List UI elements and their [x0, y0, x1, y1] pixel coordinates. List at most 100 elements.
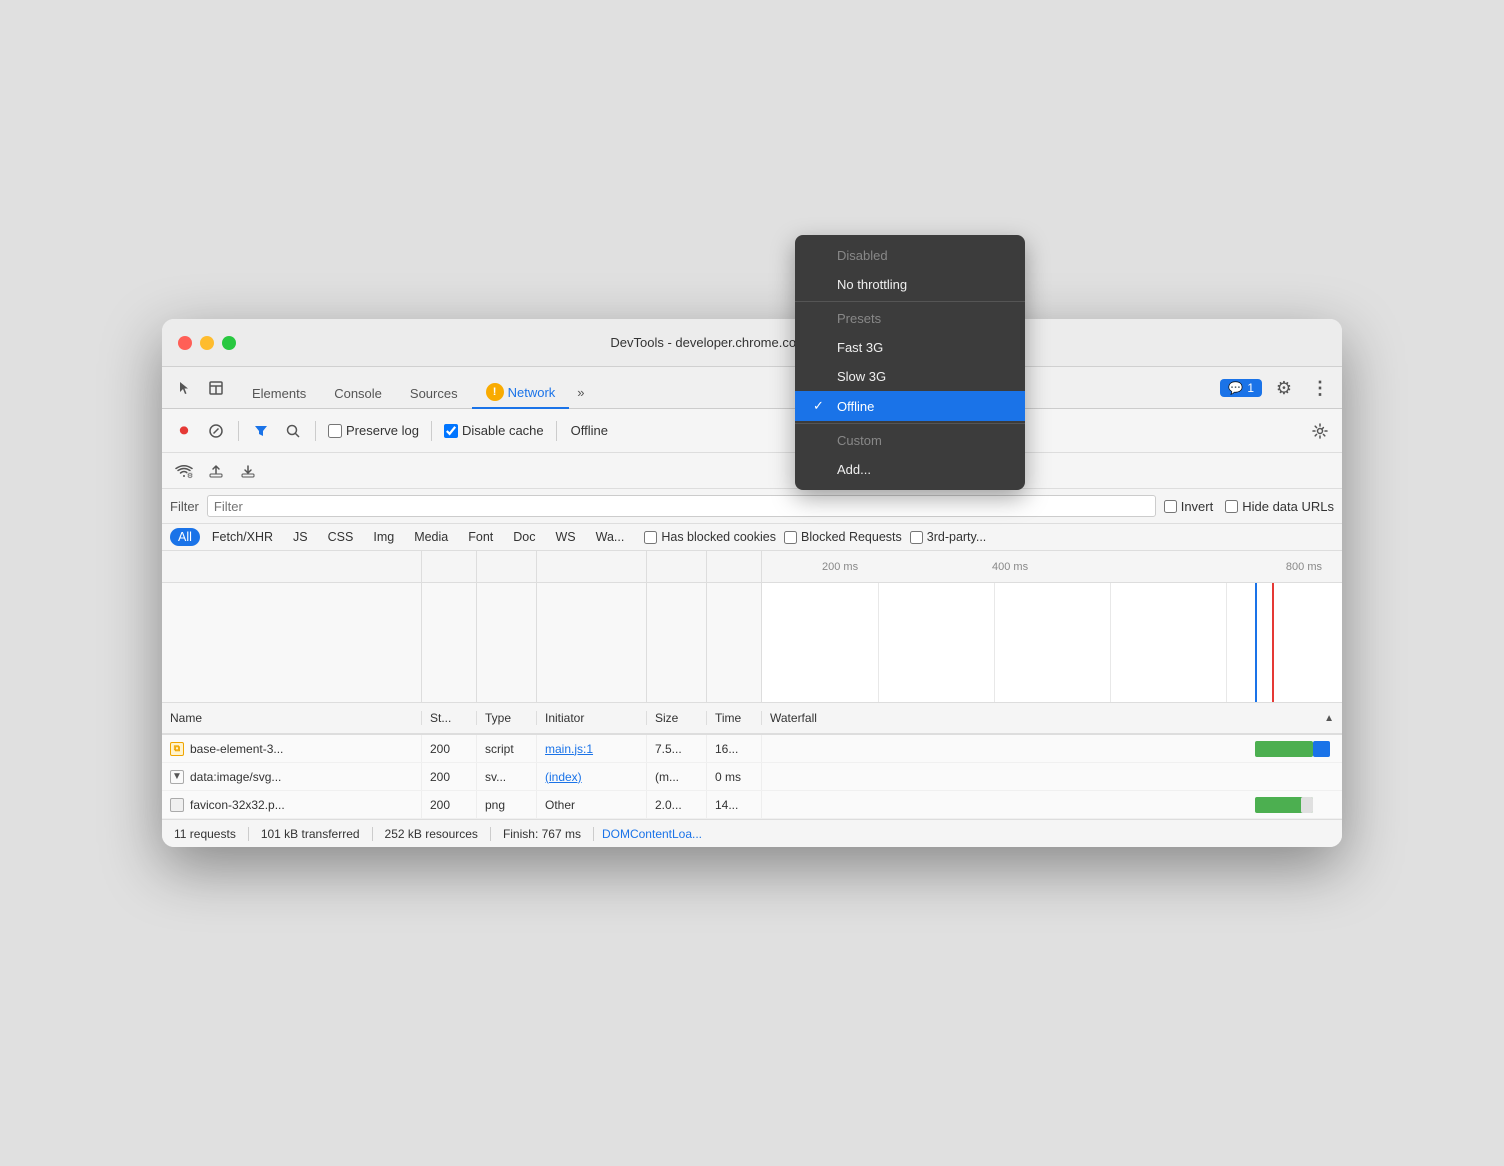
toolbar-right	[1306, 417, 1334, 445]
network-settings-icon[interactable]	[1306, 417, 1334, 445]
timeline-header: 200 ms 400 ms 800 ms	[162, 551, 1342, 583]
search-icon[interactable]	[279, 417, 307, 445]
table-row[interactable]: ▼ data:image/svg... 200 sv... (index) (m…	[162, 763, 1342, 791]
type-filter-right: Has blocked cookies Blocked Requests 3rd…	[644, 530, 986, 544]
table-row[interactable]: favicon-32x32.p... 200 png Other 2.0... …	[162, 791, 1342, 819]
chat-icon: 💬	[1228, 381, 1243, 395]
dropdown-item-no-throttling[interactable]: No throttling	[795, 270, 1025, 299]
col-header-status[interactable]: St...	[422, 711, 477, 725]
panel-icon[interactable]	[202, 374, 230, 402]
cell-size-2: 2.0...	[647, 791, 707, 818]
dropdown-group-presets: Presets	[795, 304, 1025, 333]
timeline-red-marker	[1272, 583, 1274, 702]
cell-size-0: 7.5...	[647, 735, 707, 762]
type-filter-ws[interactable]: WS	[547, 528, 583, 546]
svg-text:⚙: ⚙	[187, 472, 193, 480]
type-filter-all[interactable]: All	[170, 528, 200, 546]
col-header-size[interactable]: Size	[647, 711, 707, 725]
tab-sources[interactable]: Sources	[396, 380, 472, 409]
cell-waterfall-1	[762, 763, 1342, 790]
col-header-initiator[interactable]: Initiator	[537, 711, 647, 725]
dropdown-separator-2	[795, 423, 1025, 424]
type-filter-css[interactable]: CSS	[320, 528, 362, 546]
type-filter-img[interactable]: Img	[365, 528, 402, 546]
table-row[interactable]: ⧉ base-element-3... 200 script main.js:1…	[162, 735, 1342, 763]
toolbar2: ⚙	[162, 453, 1342, 489]
preserve-log-checkbox[interactable]	[328, 424, 342, 438]
download-icon[interactable]	[234, 457, 262, 485]
timeline-grid-line-1	[878, 583, 879, 702]
network-table: Name St... Type Initiator Size Time Wate…	[162, 703, 1342, 819]
tab-network[interactable]: ! Network	[472, 377, 570, 409]
col-header-name[interactable]: Name	[162, 711, 422, 725]
settings-gear-icon[interactable]: ⚙	[1270, 374, 1298, 402]
throttle-dropdown-button[interactable]: Offline	[565, 421, 614, 440]
sort-arrow-icon: ▲	[1324, 713, 1334, 724]
tab-elements[interactable]: Elements	[238, 380, 320, 409]
dropdown-separator-1	[795, 301, 1025, 302]
third-party-label: 3rd-party...	[927, 530, 987, 544]
invert-checkbox[interactable]	[1164, 500, 1177, 513]
clear-button[interactable]	[202, 417, 230, 445]
waterfall-bar-2b	[1301, 797, 1313, 813]
maximize-button[interactable]	[222, 336, 236, 350]
cell-type-1: sv...	[477, 763, 537, 790]
cell-waterfall-2	[762, 791, 1342, 818]
tab-bar: Elements Console Sources ! Network » 💬 1…	[162, 367, 1342, 409]
blocked-requests-checkbox[interactable]	[784, 531, 797, 544]
toolbar: ⏺ Preserve log Disable cach	[162, 409, 1342, 453]
minimize-button[interactable]	[200, 336, 214, 350]
chat-badge[interactable]: 💬 1	[1220, 379, 1262, 397]
timeline-grid-line-3	[1110, 583, 1111, 702]
cell-name-1: ▼ data:image/svg...	[162, 763, 422, 790]
dropdown-item-offline[interactable]: ✓ Offline	[795, 391, 1025, 421]
type-filter-font[interactable]: Font	[460, 528, 501, 546]
type-filter-media[interactable]: Media	[406, 528, 456, 546]
invert-label: Invert	[1181, 499, 1214, 514]
cursor-icon[interactable]	[170, 374, 198, 402]
status-resources: 252 kB resources	[373, 827, 491, 841]
type-filter-js[interactable]: JS	[285, 528, 316, 546]
type-filter-fetchxhr[interactable]: Fetch/XHR	[204, 528, 281, 546]
timeline-canvas	[762, 583, 1342, 702]
filter-input[interactable]	[207, 495, 1156, 517]
filter-icon[interactable]	[247, 417, 275, 445]
hide-data-urls-checkbox[interactable]	[1225, 500, 1238, 513]
status-finish: Finish: 767 ms	[491, 827, 594, 841]
record-button[interactable]: ⏺	[170, 417, 198, 445]
png-file-icon	[170, 798, 184, 812]
cell-status-2: 200	[422, 791, 477, 818]
status-bar: 11 requests 101 kB transferred 252 kB re…	[162, 819, 1342, 847]
title-bar: DevTools - developer.chrome.com/docs/dev…	[162, 319, 1342, 367]
preserve-log-label: Preserve log	[346, 423, 419, 438]
waterfall-bar-0	[1255, 741, 1313, 757]
more-options-icon[interactable]: ⋮	[1306, 374, 1334, 402]
throttle-dropdown-menu[interactable]: Disabled No throttling Presets Fast 3G S…	[795, 235, 1025, 490]
dropdown-item-slow3g[interactable]: Slow 3G	[795, 362, 1025, 391]
col-header-time[interactable]: Time	[707, 711, 762, 725]
network-warning-icon: !	[486, 383, 504, 401]
upload-icon[interactable]	[202, 457, 230, 485]
tab-console[interactable]: Console	[320, 380, 396, 409]
hide-data-urls-label: Hide data URLs	[1242, 499, 1334, 514]
dropdown-item-fast3g[interactable]: Fast 3G	[795, 333, 1025, 362]
disable-cache-checkbox[interactable]	[444, 424, 458, 438]
col-header-type[interactable]: Type	[477, 711, 537, 725]
close-button[interactable]	[178, 336, 192, 350]
col-header-waterfall[interactable]: Waterfall ▲	[762, 711, 1342, 725]
cell-time-2: 14...	[707, 791, 762, 818]
timeline-grid-line-4	[1226, 583, 1227, 702]
traffic-lights	[178, 336, 236, 350]
blocked-cookies-checkbox[interactable]	[644, 531, 657, 544]
type-filter-doc[interactable]: Doc	[505, 528, 543, 546]
dropdown-group-disabled: Disabled	[795, 241, 1025, 270]
dropdown-item-add[interactable]: Add...	[795, 455, 1025, 484]
blocked-cookies-group: Has blocked cookies	[644, 530, 776, 544]
wifi-settings-icon[interactable]: ⚙	[170, 457, 198, 485]
tab-more-button[interactable]: »	[569, 379, 592, 408]
filter-bar: Filter Invert Hide data URLs	[162, 489, 1342, 524]
timeline-area	[162, 583, 1342, 703]
type-filter-wa[interactable]: Wa...	[588, 528, 633, 546]
blocked-requests-group: Blocked Requests	[784, 530, 902, 544]
third-party-checkbox[interactable]	[910, 531, 923, 544]
